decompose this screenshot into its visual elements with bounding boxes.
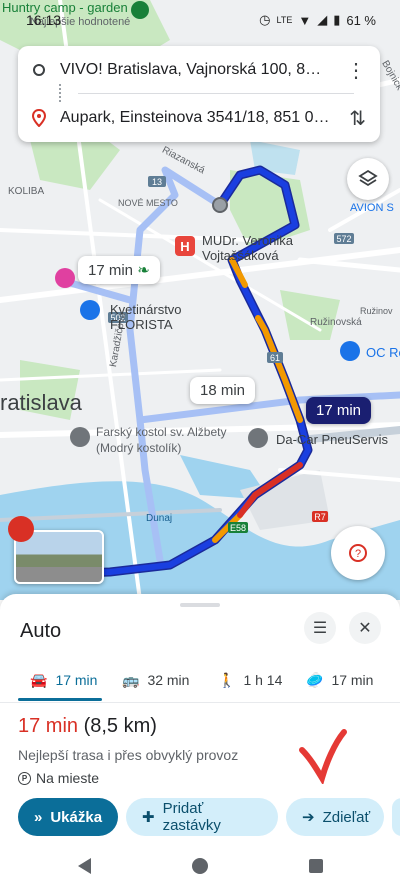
- add-stops-label: Pridať zastávky: [162, 800, 221, 834]
- svg-text:61: 61: [270, 353, 280, 363]
- destination-row[interactable]: Aupark, Einsteinova 3541/18, 851 01 P...…: [18, 96, 380, 140]
- route-chip-alt-2[interactable]: 18 min: [190, 377, 256, 404]
- map-label-ruzinov: Ružinov: [360, 306, 393, 316]
- alarm-icon: ◷: [259, 12, 271, 27]
- svg-text:?: ?: [355, 548, 361, 560]
- svg-text:H: H: [180, 239, 189, 254]
- search-divider: [78, 93, 354, 94]
- home-icon[interactable]: [192, 858, 208, 874]
- origin-circle-icon: [18, 63, 60, 77]
- close-icon: ✕: [358, 620, 372, 637]
- route-options-button[interactable]: ☰: [304, 612, 336, 644]
- status-bar: 16:13 ◷ LTE ▼ ◢ ▮ 61 %: [0, 8, 400, 34]
- origin-row[interactable]: VIVO! Bratislava, Vajnorská 100, 831 0..…: [18, 48, 380, 92]
- map-view[interactable]: H 13 572 61 E58 R7 502 Huntry camp - gar…: [0, 0, 400, 600]
- parking-info: P Na mieste: [18, 770, 99, 786]
- svg-text:E58: E58: [230, 523, 246, 533]
- tune-icon: ☰: [312, 620, 328, 637]
- share-icon: ➔: [302, 809, 315, 826]
- route-chip-alt-1[interactable]: 17 min ❧: [78, 256, 160, 284]
- map-label-doctor[interactable]: MUDr. Veronika Vojtaššáková: [202, 233, 293, 263]
- tab-transit[interactable]: 🚌 32 min: [122, 660, 189, 700]
- back-icon[interactable]: [78, 858, 91, 874]
- transit-icon: 🚌: [122, 671, 140, 688]
- recents-icon[interactable]: [309, 859, 323, 873]
- tab-walk[interactable]: 🚶 1 h 14: [218, 660, 282, 700]
- parking-label: Na mieste: [36, 770, 100, 786]
- system-nav-bar: [0, 842, 400, 889]
- map-label-dunaj: Dunaj: [146, 513, 173, 524]
- more-vert-icon[interactable]: ⋮: [346, 58, 366, 83]
- battery-icon: ▮: [333, 12, 341, 27]
- eta-summary: 17 min (8,5 km): [18, 715, 157, 738]
- tab-car[interactable]: 🚘 17 min: [30, 660, 97, 700]
- tab-car-label: 17 min: [55, 672, 98, 688]
- lte-icon: LTE: [276, 15, 293, 25]
- eta-time: 17 min: [18, 715, 79, 737]
- map-label-oc[interactable]: OC Re: [366, 345, 400, 360]
- map-label-ruzinovska: Ružinovská: [310, 317, 362, 328]
- active-tab-indicator: [18, 698, 102, 701]
- route-note: Nejlepší trasa i přes obvyklý provoz: [18, 747, 239, 763]
- signal-icon: ◢: [317, 12, 328, 27]
- tab-hike[interactable]: 🥏 17 min: [306, 660, 373, 700]
- preview-button[interactable]: » Ukážka: [18, 798, 118, 836]
- map-label-avion: AVION S: [350, 202, 394, 214]
- tab-walk-label: 1 h 14: [243, 672, 283, 688]
- swap-vert-icon[interactable]: ⇅: [349, 106, 366, 131]
- destination-pin-icon: [18, 109, 60, 127]
- sheet-handle[interactable]: [180, 603, 220, 607]
- svg-text:R7: R7: [314, 512, 326, 522]
- share-button[interactable]: ➔ Zdieľať: [286, 798, 384, 836]
- add-stops-button[interactable]: ✚ Pridať zastávky: [126, 798, 278, 836]
- travel-mode-tabs: 🚘 17 min 🚌 32 min 🚶 1 h 14 🥏 17 min: [0, 660, 400, 703]
- tab-hike-label: 17 min: [331, 672, 374, 688]
- shield-13: 13: [152, 177, 162, 187]
- eta-distance: (8,5 km): [83, 715, 157, 737]
- svg-text:572: 572: [336, 234, 351, 244]
- more-actions-peek[interactable]: [392, 798, 400, 836]
- preview-label: Ukážka: [50, 808, 103, 826]
- add-stop-icon: ✚: [142, 809, 155, 826]
- location-help-button[interactable]: ?: [331, 526, 385, 580]
- parking-icon: P: [18, 771, 31, 785]
- map-label-kvetinarstvo[interactable]: Kvetinárstvo FLORISTA: [110, 302, 182, 332]
- layers-icon: [358, 169, 378, 187]
- preview-icon: »: [34, 808, 43, 826]
- pegman-marker[interactable]: [8, 516, 34, 542]
- directions-sheet: Auto ☰ ✕ 🚘 17 min 🚌 32 min 🚶 1 h 14 🥏 17…: [0, 594, 400, 842]
- tab-transit-label: 32 min: [147, 672, 190, 688]
- mode-title: Auto: [20, 620, 62, 642]
- red-check-annotation: [299, 729, 347, 784]
- share-label: Zdieľať: [322, 808, 371, 826]
- map-label-koliba: KOLIBA: [8, 186, 45, 197]
- origin-field[interactable]: VIVO! Bratislava, Vajnorská 100, 831 0..…: [60, 61, 330, 79]
- map-label-kostol[interactable]: Farský kostol sv. Alžbety (Modrý kostolí…: [96, 424, 226, 456]
- car-icon: 🚘: [30, 671, 48, 688]
- location-question-icon: ?: [349, 544, 367, 562]
- route-search-card: VIVO! Bratislava, Vajnorská 100, 831 0..…: [18, 46, 380, 142]
- close-button[interactable]: ✕: [349, 612, 381, 644]
- destination-field[interactable]: Aupark, Einsteinova 3541/18, 851 01 P...: [60, 109, 330, 127]
- map-label-bratislava: ratislava: [0, 390, 82, 415]
- hike-icon: 🥏: [306, 671, 324, 688]
- route-chip-selected[interactable]: 17 min: [306, 397, 372, 424]
- battery-level: 61 %: [346, 12, 376, 28]
- layers-button[interactable]: [347, 158, 389, 200]
- walk-icon: 🚶: [218, 671, 236, 688]
- wifi-icon: ▼: [298, 12, 312, 28]
- map-label-dacar[interactable]: Da-Car PneuServis: [276, 432, 388, 447]
- status-time: 16:13: [26, 12, 62, 28]
- map-label-nove-mesto: NOVÉ MESTO: [118, 198, 178, 208]
